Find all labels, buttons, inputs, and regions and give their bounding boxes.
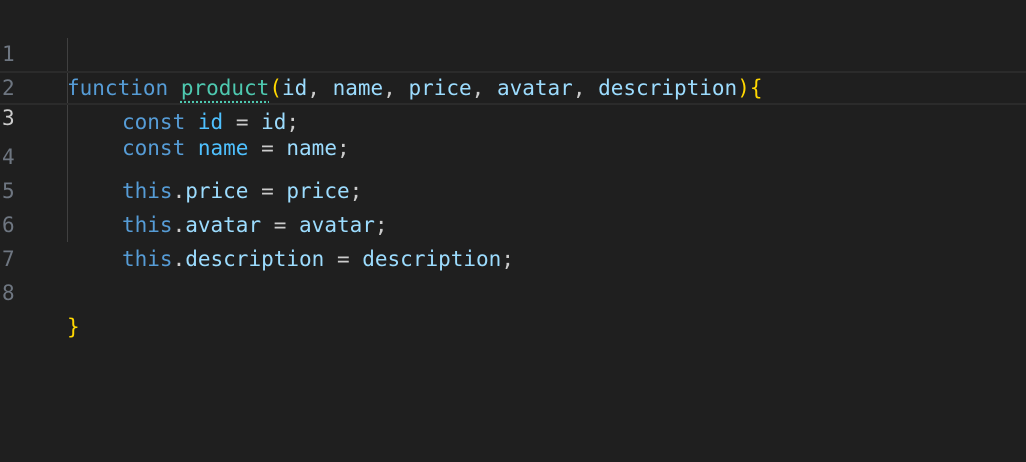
code-line-7[interactable]: 7 [0,208,1026,271]
code-line-2[interactable]: 2 const id = id; [0,37,1026,134]
code-line-5[interactable]: 5 this.avatar = avatar; [0,140,1026,237]
code-line-8[interactable]: 8 } [0,242,1026,339]
code-line-3[interactable]: 3 const name = name; [0,71,1026,160]
code-line-4[interactable]: 4 this.price = price; [0,106,1026,203]
line-number: 8 [2,281,15,305]
code-line-1[interactable]: 1 function product(id, name, price, avat… [0,3,1026,100]
brace-token: } [67,315,80,339]
line-content[interactable]: } [67,310,80,344]
code-line-6[interactable]: 6 this.description = description; [0,174,1026,271]
code-editor[interactable]: 1 function product(id, name, price, avat… [0,0,1026,462]
